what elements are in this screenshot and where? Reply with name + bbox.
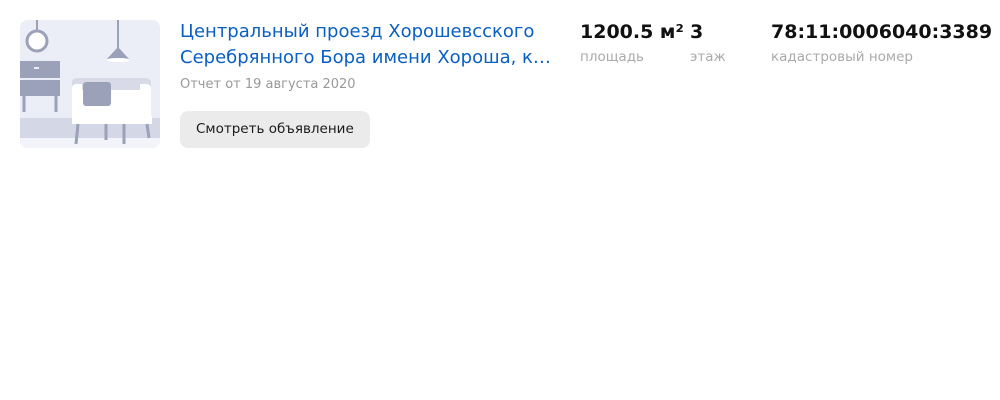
cadastral-stat: 78:11:0006040:3389 кадастровый номер [771,20,992,67]
floor-value: 3 [690,21,704,43]
report-card: Центральный проезд Хорошевсского Серебря… [20,19,992,148]
area-value: 1200.5 м² [580,21,684,43]
listing-title-line-2: Серебрянного Бора имени Хороша, ка... [180,47,555,68]
report-date: Отчет от 19 августа 2020 [180,77,356,92]
floor-stat: 3 этаж [690,20,726,67]
cadastral-number-value: 78:11:0006040:3389 [771,21,993,43]
listing-title-link[interactable]: Центральный проезд Хорошевсского Серебря… [180,19,565,71]
floor-label: этаж [690,49,726,65]
area-stat: 1200.5 м² площадь [580,20,684,67]
room-interior-illustration-icon [20,20,160,148]
cadastral-number-label: кадастровый номер [771,49,913,65]
listing-title-line-1: Центральный проезд Хорошевсского [180,21,535,42]
view-listing-button[interactable]: Смотреть объявление [180,111,370,148]
area-label: площадь [580,49,644,65]
listing-info: Центральный проезд Хорошевсского Серебря… [180,19,565,148]
listing-thumbnail[interactable] [20,20,160,148]
